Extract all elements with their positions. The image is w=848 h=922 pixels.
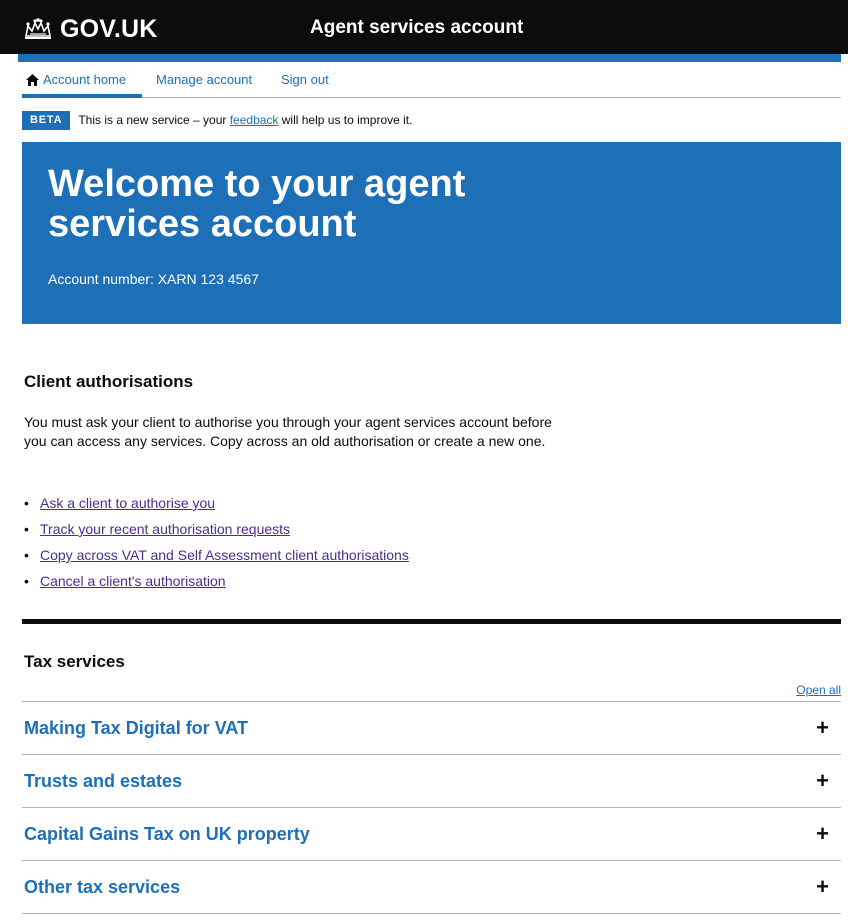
plus-icon: + [816, 768, 829, 793]
header-blue-bar [18, 54, 841, 62]
account-nav: Account home Manage account Sign out [22, 62, 841, 98]
beta-text-before: This is a new service – your [78, 113, 230, 127]
nav-account-home-label: Account home [43, 72, 127, 87]
crown-icon [25, 18, 51, 39]
nav-manage-account[interactable]: Manage account [156, 72, 252, 87]
accordion-section-mtd-vat[interactable]: Making Tax Digital for VAT + [22, 702, 841, 755]
active-nav-indicator [22, 94, 142, 98]
plus-icon: + [816, 874, 829, 899]
bullet: • [24, 547, 29, 563]
accordion-title: Other tax services [24, 877, 181, 897]
beta-tag: BETA [22, 110, 71, 130]
account-number: Account number: XARN 123 4567 [48, 271, 259, 287]
plus-icon: + [816, 821, 829, 846]
service-name-link[interactable]: Agent services account [310, 17, 523, 39]
list-item: • Copy across VAT and Self Assessment cli… [24, 547, 409, 573]
site-header: GOV.UK Agent services account [0, 0, 848, 62]
feedback-link[interactable]: feedback [230, 113, 279, 127]
accordion-title: Making Tax Digital for VAT [24, 718, 249, 738]
accordion-section-trusts[interactable]: Trusts and estates + [22, 755, 841, 808]
nav-sign-out[interactable]: Sign out [281, 72, 329, 87]
section-divider [22, 619, 841, 624]
client-authorisations-description: You must ask your client to authorise yo… [24, 414, 552, 449]
accordion-title: Trusts and estates [24, 771, 183, 791]
nav-account-home[interactable]: Account home [26, 72, 126, 87]
accordion-title: Capital Gains Tax on UK property [24, 824, 310, 844]
logo-text: GOV.UK [60, 14, 158, 43]
client-authorisations-heading: Client authorisations [24, 372, 194, 391]
page-title: Welcome to your agent services account [48, 163, 466, 245]
client-authorisation-links: • Ask a client to authorise you • Track yo… [24, 495, 409, 599]
cancel-authorisation-link[interactable]: Cancel a client's authorisation [40, 573, 226, 589]
accordion-section-cgt[interactable]: Capital Gains Tax on UK property + [22, 808, 841, 861]
open-all-button[interactable]: Open all [796, 683, 841, 697]
list-item: • Track your recent authorisation request… [24, 521, 409, 547]
bullet: • [24, 495, 29, 511]
list-item: • Ask a client to authorise you [24, 495, 409, 521]
bullet: • [24, 573, 29, 589]
accordion-section-other[interactable]: Other tax services + [22, 861, 841, 914]
plus-icon: + [816, 715, 829, 740]
govuk-logo-link[interactable]: GOV.UK [22, 14, 158, 44]
welcome-banner: Welcome to your agent services account A… [22, 142, 841, 324]
bullet: • [24, 521, 29, 537]
tax-services-heading: Tax services [24, 652, 125, 671]
beta-text-after: will help us to improve it. [278, 113, 413, 127]
copy-across-link[interactable]: Copy across VAT and Self Assessment clie… [40, 547, 409, 563]
list-item: • Cancel a client's authorisation [24, 573, 409, 599]
home-icon [26, 73, 39, 86]
track-requests-link[interactable]: Track your recent authorisation requests [40, 521, 290, 537]
ask-client-authorise-link[interactable]: Ask a client to authorise you [40, 495, 215, 511]
phase-banner-text: This is a new service – your feedback wi… [78, 113, 412, 127]
phase-banner: BETA This is a new service – your feedba… [22, 110, 412, 130]
